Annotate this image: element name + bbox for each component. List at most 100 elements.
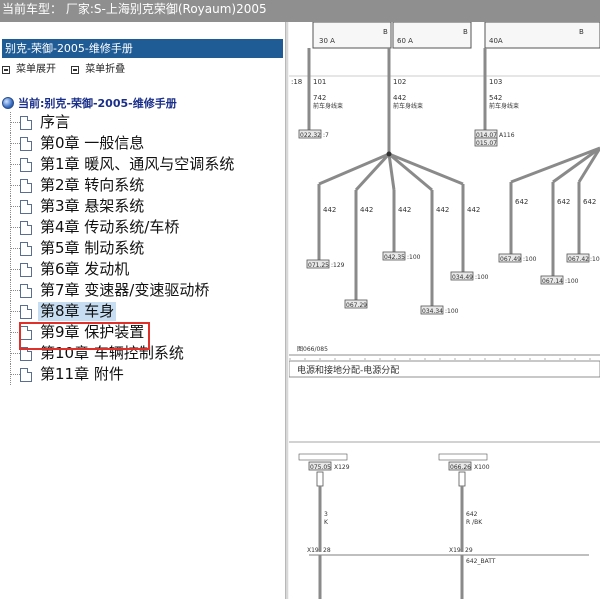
tree-connector	[10, 353, 20, 354]
lower-circuit: 075.05 X129 3 K 066.26 X100 642 R /BK X1…	[298, 453, 589, 599]
current-node[interactable]: 当前:别克-荣御-2005-维修手册	[2, 94, 177, 112]
current-node-label: 当前:别克-荣御-2005-维修手册	[18, 97, 177, 110]
pin-28: 28	[323, 547, 331, 554]
expand-menu-label: 菜单展开	[16, 64, 56, 75]
tree-item-4[interactable]: 第3章 悬架系统	[8, 196, 283, 217]
harness-label-3: 前车身线束	[489, 102, 519, 110]
current-model-label: 当前车型：	[2, 2, 63, 16]
connector-pin-100-a: :100	[407, 254, 421, 261]
branch-3-label: 442	[398, 206, 411, 214]
navigation-pane: 别克-荣御-2005-维修手册 菜单展开 菜单折叠 当前:别克-荣御-2005-…	[0, 22, 285, 599]
tree-connector	[10, 206, 20, 207]
tree-connector	[10, 164, 20, 165]
fuse-3-amp: 40A	[489, 37, 503, 45]
wire-paths	[307, 48, 600, 308]
tree-item-11[interactable]: 第10章 车辆控制系统	[8, 343, 283, 364]
globe-icon	[2, 97, 14, 109]
box2-pin: X100	[474, 464, 490, 471]
wiring-diagram: 30 A B 60 A B 40A B:18 101 102 103 742 …	[289, 22, 600, 599]
connector-067-42: 067.42	[568, 256, 589, 263]
tree-item-0[interactable]: 序言	[8, 112, 283, 133]
wire-442-label-top: 442	[393, 94, 406, 102]
box2-ref: 066.26	[450, 464, 471, 471]
wire-labels: :18 101 102 103 742 前车身线束 442 前车身线束 542 …	[291, 78, 596, 214]
harness-label-2: 前车身线束	[393, 102, 423, 110]
title-bar: 当前车型： 厂家:S-上海别克荣御(Royaum)2005	[0, 0, 600, 22]
tree-item-label: 第3章 悬架系统	[40, 197, 145, 215]
pin-18-left: :18	[291, 78, 302, 86]
menu-controls: 菜单展开 菜单折叠	[2, 62, 283, 78]
document-icon	[20, 304, 32, 319]
document-icon	[20, 346, 32, 361]
tree-item-5[interactable]: 第4章 传动系统/车桥	[8, 217, 283, 238]
fuse-2-pin: B	[463, 28, 468, 36]
connector-042-35: 042.35	[384, 254, 405, 261]
tree-item-label: 第8章 车身	[38, 302, 117, 321]
connector-pin-100-e: :100	[565, 278, 579, 285]
tree-connector	[10, 143, 20, 144]
tree-item-6[interactable]: 第5章 制动系统	[8, 238, 283, 259]
branch-5-label: 442	[467, 206, 480, 214]
tree-connector	[10, 122, 20, 123]
wire2-num: 642	[466, 511, 478, 518]
branch-4-label: 442	[436, 206, 449, 214]
connector-pin-129: :129	[331, 262, 345, 269]
tree-item-label: 序言	[40, 113, 71, 131]
fuse-2-amp: 60 A	[397, 37, 413, 45]
connector-034-49: 034.49	[452, 274, 473, 281]
tree-connector	[10, 248, 20, 249]
tree-item-label: 第4章 传动系统/车桥	[40, 218, 180, 236]
expand-menu-button[interactable]: 菜单展开	[2, 62, 56, 78]
harness-label-1: 前车身线束	[313, 102, 343, 110]
connector-067-14: 067.14	[542, 278, 563, 285]
connector-015-07: 015.07	[476, 140, 497, 147]
branch-7-label: 642	[557, 198, 570, 206]
wire-101-label: 101	[313, 78, 326, 86]
document-icon	[20, 220, 32, 235]
chapter-tree: 序言第0章 一般信息第1章 暖风、通风与空调系统 第2章 转向系统 第3章 悬架系统…	[8, 112, 283, 385]
tree-connector	[10, 269, 20, 270]
tree-item-label: 第6章 发动机	[40, 260, 130, 278]
document-icon	[20, 367, 32, 382]
box1-pin: X129	[334, 464, 350, 471]
expand-icon	[2, 66, 10, 74]
branch-6-label: 642	[515, 198, 528, 206]
document-icon	[20, 136, 32, 151]
tree-item-label: 第0章 一般信息	[40, 134, 145, 152]
tree-item-label: 第9章 保护装置	[40, 323, 145, 341]
connector-pin-100-f: :100	[590, 256, 600, 263]
tree-item-label: 第10章 车辆控制系统	[40, 344, 184, 362]
tree-item-9[interactable]: 第8章 车身	[8, 301, 283, 322]
collapse-icon	[71, 66, 80, 74]
tree-item-label: 第11章 附件	[40, 365, 124, 383]
connector-034-34: 034.34	[422, 308, 443, 315]
collapse-menu-button[interactable]: 菜单折叠	[71, 62, 125, 78]
tree-item-10[interactable]: 第9章 保护装置	[8, 322, 283, 343]
x19-left: X19	[307, 547, 319, 554]
tree-connector	[10, 290, 20, 291]
connector-a116: A116	[499, 132, 515, 139]
fuse-1-amp: 30 A	[319, 37, 335, 45]
fuse-row: 30 A B 60 A B 40A B	[289, 22, 600, 77]
connector-pin-7: :7	[323, 132, 329, 139]
document-icon	[20, 283, 32, 298]
wire-742-label: 742	[313, 94, 326, 102]
tree-item-3[interactable]: 第2章 转向系统	[8, 175, 283, 196]
connector-067-49: 067.49	[500, 256, 521, 263]
tree-item-7[interactable]: 第6章 发动机	[8, 259, 283, 280]
connector-pin-100-c: :100	[475, 274, 489, 281]
tree-connector	[10, 374, 20, 375]
book-title-header[interactable]: 别克-荣御-2005-维修手册	[2, 39, 283, 58]
tree-item-2[interactable]: 第1章 暖风、通风与空调系统	[8, 154, 283, 175]
batt-wire-label: 642_BATT	[466, 558, 496, 565]
wire-102-label: 102	[393, 78, 406, 86]
document-icon	[20, 241, 32, 256]
wire-542-label: 542	[489, 94, 502, 102]
wire-103-label: 103	[489, 78, 502, 86]
tree-item-12[interactable]: 第11章 附件	[8, 364, 283, 385]
wiring-diagram-pane[interactable]: 30 A B 60 A B 40A B:18 101 102 103 742 …	[289, 22, 600, 599]
tree-item-1[interactable]: 第0章 一般信息	[8, 133, 283, 154]
fuse-1-pin: B	[383, 28, 388, 36]
tree-item-8[interactable]: 第7章 变速器/变速驱动桥	[8, 280, 283, 301]
document-icon	[20, 115, 32, 130]
